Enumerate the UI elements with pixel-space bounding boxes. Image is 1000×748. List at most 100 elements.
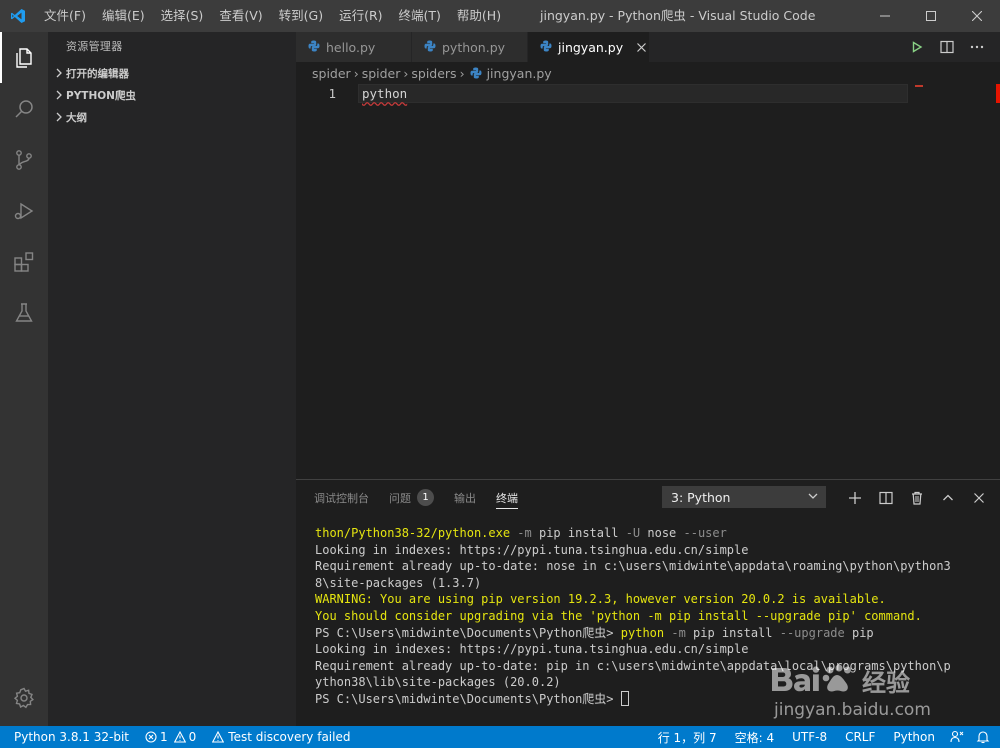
language-mode[interactable]: Python [884,726,944,748]
menu-terminal[interactable]: 终端(T) [391,0,449,32]
tab-output[interactable]: 输出 [454,480,476,515]
maximize-panel-button[interactable] [932,480,963,515]
terminal-select-value: 3: Python [671,489,731,505]
cursor-position[interactable]: 行 1，列 7 [649,726,726,748]
extensions-icon [14,251,34,272]
feedback-button[interactable] [944,726,970,748]
test-status[interactable]: Test discovery failed [204,726,358,748]
problems-indicator[interactable]: 1 0 [137,726,204,748]
kill-terminal-button[interactable] [901,480,932,515]
source-control-button[interactable] [0,134,48,185]
search-icon [15,99,33,118]
python-file-icon [424,40,436,55]
editor-area: hello.py python.py jingyan.py spider › s… [296,32,1000,479]
menu-help[interactable]: 帮助(H) [449,0,509,32]
python-file-icon [308,40,320,55]
tab-debug-console[interactable]: 调试控制台 [314,480,369,515]
python-file-icon [470,67,482,79]
python-interpreter[interactable]: Python 3.8.1 32-bit [0,726,137,748]
gear-icon [13,687,34,709]
section-open-editors[interactable]: 打开的编辑器 [48,62,296,84]
menu-selection[interactable]: 选择(S) [153,0,212,32]
terminal-line: Looking in indexes: https://pypi.tuna.ts… [315,642,749,657]
testing-icon [15,302,33,322]
source-control-icon [16,149,32,170]
close-panel-button[interactable] [963,480,994,515]
terminal-output[interactable]: thon/Python38-32/python.exe -m pip insta… [296,515,1000,708]
tab-label: 输出 [454,491,476,505]
extensions-button[interactable] [0,236,48,287]
section-outline[interactable]: 大纲 [48,106,296,128]
terminal-text: -U [625,526,648,540]
status-bar: Python 3.8.1 32-bit 1 0 Test discovery f… [0,726,1000,748]
testing-button[interactable] [0,287,48,338]
indentation[interactable]: 空格: 4 [726,726,784,748]
encoding[interactable]: UTF-8 [783,726,836,748]
terminal-text: -m [510,526,539,540]
tab-label: 问题 [389,491,411,505]
breadcrumb-item[interactable]: spiders [411,66,456,81]
code-line[interactable]: 1 python [296,84,908,103]
vscode-logo-icon [0,0,36,32]
code-editor[interactable]: 1 python [296,84,1000,479]
chevron-right-icon: › [459,65,465,81]
minimap-marker [915,85,923,87]
window-title: jingyan.py - Python爬虫 - Visual Studio Co… [540,8,816,23]
panel-actions [839,480,994,515]
play-icon [912,41,923,53]
explorer-button[interactable] [0,32,48,83]
chevron-right-icon [52,62,66,84]
section-workspace-folder[interactable]: PYTHON爬虫 [48,84,296,106]
search-button[interactable] [0,83,48,134]
menu-run[interactable]: 运行(R) [331,0,390,32]
tab-label: hello.py [326,39,376,55]
feedback-icon [950,730,964,743]
overview-ruler-error [996,84,1000,103]
tab-label: 调试控制台 [314,491,369,505]
tab-python-py[interactable]: python.py [412,32,528,62]
manage-button[interactable] [0,674,48,722]
breadcrumb-item[interactable]: jingyan.py [487,66,552,81]
breadcrumb-item[interactable]: spider [362,66,401,81]
terminal-text: python [620,625,665,640]
maximize-icon [926,11,936,21]
warning-count: 0 [188,730,197,744]
terminal-select[interactable]: 3: Python [662,486,826,508]
breadcrumb-item[interactable]: spider [312,66,351,81]
split-editor-button[interactable] [932,32,962,62]
maximize-button[interactable] [908,0,954,32]
terminal-text: --user [683,526,727,540]
explorer-icon [16,47,32,68]
tab-hello-py[interactable]: hello.py [296,32,412,62]
terminal-line: Requirement already up-to-date: nose in … [315,559,951,574]
bottom-panel: 调试控制台 问题 1 输出 终端 3: Python thon/Python38-… [296,479,1000,726]
split-terminal-button[interactable] [870,480,901,515]
tab-terminal[interactable]: 终端 [496,480,518,515]
tab-jingyan-py[interactable]: jingyan.py [528,32,650,62]
breadcrumb: spider › spider › spiders › jingyan.py [296,62,1000,84]
terminal-text: thon/Python38-32/python.exe [315,526,511,540]
test-status-label: Test discovery failed [228,730,351,744]
run-file-button[interactable] [902,32,932,62]
new-terminal-button[interactable] [839,480,870,515]
chevron-right-icon: › [353,65,359,81]
more-actions-button[interactable] [962,32,992,62]
notifications-button[interactable] [970,726,1000,748]
menu-go[interactable]: 转到(G) [271,0,331,32]
minimize-button[interactable] [862,0,908,32]
code-text[interactable]: python [362,86,407,101]
menu-view[interactable]: 查看(V) [211,0,270,32]
ellipsis-icon [970,45,984,49]
close-window-button[interactable] [954,0,1000,32]
terminal-text: pip install [693,625,780,640]
close-tab-button[interactable] [637,40,647,54]
terminal-cursor [620,690,629,706]
run-debug-button[interactable] [0,185,48,236]
tab-problems[interactable]: 问题 1 [389,480,434,515]
bell-icon [976,731,990,744]
menu-file[interactable]: 文件(F) [36,0,94,32]
error-icon [145,731,157,743]
terminal-line: thon/Python38-32/python.exe -m pip insta… [315,525,1000,542]
end-of-line[interactable]: CRLF [836,726,884,748]
menu-edit[interactable]: 编辑(E) [94,0,153,32]
